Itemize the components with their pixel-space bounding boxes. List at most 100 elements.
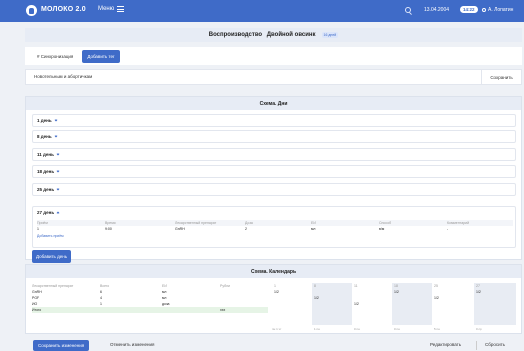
table-cell: 4 bbox=[100, 296, 102, 300]
col-header: Комментарий bbox=[447, 221, 470, 225]
col-header: Лекарственный препарат bbox=[175, 221, 217, 225]
user-icon bbox=[482, 8, 486, 12]
divider bbox=[476, 341, 477, 350]
tag-bar: # Синхронизация Добавить тег bbox=[25, 47, 522, 65]
day-label: 27 день bbox=[37, 210, 55, 215]
table-cell: Итого bbox=[32, 308, 42, 312]
table-cell: в/м bbox=[379, 227, 385, 231]
schema-days-panel: Схема. Дни 1 день 8 день 11 день 18 день… bbox=[25, 96, 522, 263]
day-header: 1 bbox=[274, 284, 276, 288]
chevron-down-icon bbox=[56, 152, 60, 156]
day-expanded-header[interactable]: 27 день bbox=[37, 210, 60, 215]
calendar-cell: 1/2 bbox=[434, 296, 439, 300]
table-cell: мл bbox=[162, 296, 167, 300]
calendar-weekday: 1 пн bbox=[314, 327, 320, 331]
table-cell: мл bbox=[162, 290, 167, 294]
col-header: Лекарственный препарат bbox=[32, 284, 74, 288]
table-row-total: Итого xxx bbox=[32, 307, 268, 313]
save-comment-button[interactable]: Сохранить bbox=[481, 70, 521, 84]
time-badge: 14:22 bbox=[460, 6, 478, 13]
day-row[interactable]: 8 день bbox=[32, 130, 516, 143]
day-row[interactable]: 1 день bbox=[32, 114, 516, 127]
day-label: 18 день bbox=[37, 169, 55, 174]
calendar-weekday: 0 ср bbox=[476, 327, 482, 331]
calendar-weekday: 5 пн bbox=[434, 327, 440, 331]
comment-row: Новотельным и абортичкам Сохранить bbox=[25, 69, 522, 85]
user-name: А. Лопатин bbox=[488, 7, 514, 13]
day-header: 18 bbox=[394, 284, 398, 288]
col-header: Приём bbox=[37, 221, 48, 225]
add-dose-link[interactable]: Добавить приём bbox=[37, 234, 64, 238]
calendar-day-column: 27 1/2 bbox=[474, 283, 516, 325]
page-title-main: Воспроизводство bbox=[208, 32, 263, 38]
chevron-down-icon bbox=[56, 169, 60, 173]
table-cell: 6 bbox=[100, 290, 102, 294]
add-day-button[interactable]: Добавить день bbox=[32, 250, 72, 263]
page-header: Воспроизводство Двойной овсинк 16 дней bbox=[25, 28, 522, 42]
schema-calendar-panel: Схема. Календарь Лекарственный препарат … bbox=[25, 264, 522, 334]
table-cell: 9:00 bbox=[105, 227, 112, 231]
calendar-day-column: 1 1/2 bbox=[272, 283, 312, 325]
calendar-day-column: 8 1/2 bbox=[312, 283, 352, 325]
current-date: 13.04.2004 bbox=[424, 7, 450, 13]
add-tag-button[interactable]: Добавить тег bbox=[82, 49, 120, 63]
app-title[interactable]: МОЛОКО 2.0 bbox=[41, 6, 86, 13]
table-cell: PGF bbox=[32, 296, 40, 300]
day-label: 8 день bbox=[37, 134, 52, 139]
day-header: 11 bbox=[354, 284, 358, 288]
table-cell: 1 bbox=[37, 227, 39, 231]
table-cell: доза bbox=[162, 302, 170, 306]
col-header: Способ bbox=[379, 221, 392, 225]
user-menu[interactable]: А. Лопатин bbox=[482, 7, 513, 13]
day-label: 1 день bbox=[37, 118, 52, 123]
calendar-cell: 1/2 bbox=[274, 290, 279, 294]
col-header: ЕИ bbox=[311, 221, 316, 225]
table-cell: ИО bbox=[32, 302, 38, 306]
chevron-down-icon bbox=[54, 134, 58, 138]
table-cell: GnRH bbox=[32, 290, 42, 294]
day-label: 25 день bbox=[37, 187, 55, 192]
duration-badge: 16 дней bbox=[321, 32, 339, 38]
page-title: Воспроизводство Двойной овсинк bbox=[209, 32, 316, 38]
top-bar: МОЛОКО 2.0 Меню 13.04.2004 14:22 А. Лопа… bbox=[0, 0, 524, 22]
comment-input[interactable]: Новотельным и абортичкам bbox=[34, 74, 92, 79]
chevron-down-icon bbox=[56, 187, 60, 191]
col-header: Время bbox=[105, 221, 116, 225]
logo-icon bbox=[26, 5, 37, 16]
chevron-up-icon bbox=[56, 211, 60, 215]
day-row[interactable]: 25 день bbox=[32, 183, 516, 196]
calendar-weekday: 0 пн bbox=[354, 327, 360, 331]
calendar-day-column: 11 1/2 bbox=[352, 283, 392, 325]
calendar-cell: 1/2 bbox=[354, 302, 359, 306]
menu-label: Меню bbox=[98, 6, 115, 12]
calendar-cell: 1/2 bbox=[314, 296, 319, 300]
calendar-day-column: 18 1/2 bbox=[392, 283, 432, 325]
search-icon[interactable] bbox=[405, 7, 411, 13]
col-header: Всего bbox=[100, 284, 110, 288]
calendar-weekday: 0 пн bbox=[394, 327, 400, 331]
calendar-cell: 1/2 bbox=[394, 290, 399, 294]
save-changes-button[interactable]: Сохранить изменения bbox=[33, 340, 90, 351]
col-header: ЕИ bbox=[162, 284, 167, 288]
bottom-action-bar: Сохранить изменения Отменить изменения Р… bbox=[25, 340, 522, 351]
calendar-cell: 1/2 bbox=[476, 290, 481, 294]
day-header: 25 bbox=[434, 284, 438, 288]
calendar-summary: Лекарственный препарат Всего ЕИ Рубли Gn… bbox=[32, 283, 268, 313]
calendar-weekday: пн 1 чт bbox=[272, 327, 282, 331]
day-row[interactable]: 18 день bbox=[32, 165, 516, 178]
day-header: 8 bbox=[314, 284, 316, 288]
day-row-expanded: 27 день Приём Время Лекарственный препар… bbox=[32, 206, 516, 248]
reset-button[interactable]: Сбросить bbox=[485, 342, 505, 347]
calendar-day-column: 25 1/2 bbox=[432, 283, 474, 325]
day-header: 27 bbox=[476, 284, 480, 288]
table-cell: - bbox=[447, 227, 449, 231]
table-cell: 2 bbox=[245, 227, 247, 231]
dose-table: Приём Время Лекарственный препарат Доза … bbox=[37, 220, 513, 232]
cancel-changes-button[interactable]: Отменить изменения bbox=[110, 342, 154, 347]
tag-chip-sync[interactable]: # Синхронизация bbox=[33, 51, 77, 62]
menu-button[interactable]: Меню bbox=[98, 6, 125, 12]
day-row[interactable]: 11 день bbox=[32, 148, 516, 161]
table-cell: xxx bbox=[220, 308, 226, 312]
edit-button[interactable]: Редактировать bbox=[430, 342, 461, 347]
table-row[interactable]: 1 9:00 GnRH 2 мл в/м - bbox=[37, 226, 513, 232]
